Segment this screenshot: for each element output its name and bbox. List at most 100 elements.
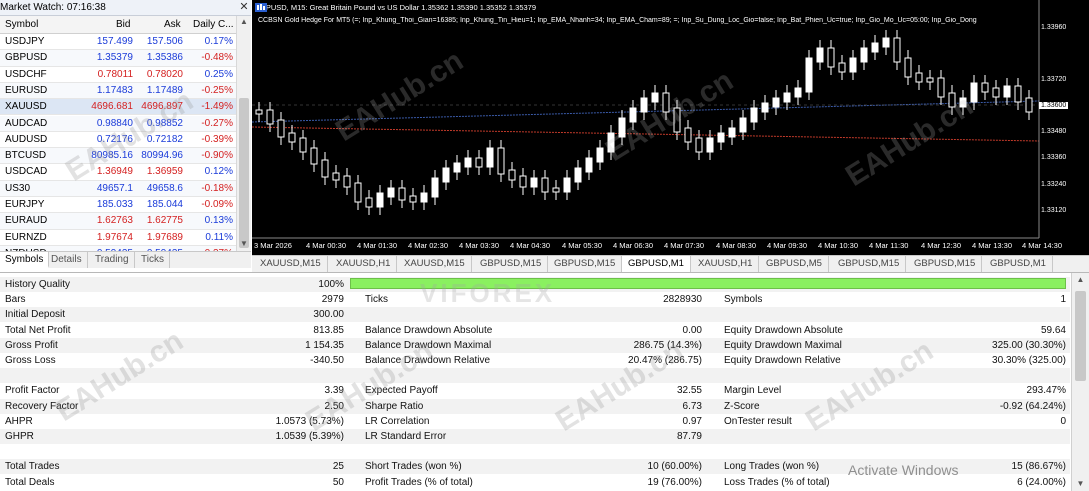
candle-body (805, 57, 813, 93)
column-symbol[interactable]: Symbol (5, 19, 38, 30)
candle-body (827, 47, 835, 68)
column-bid[interactable]: Bid (116, 19, 130, 30)
candle-body (992, 87, 1000, 98)
market-watch-row[interactable]: BTCUSD 80985.16 80994.96 -0.90% (0, 148, 236, 165)
report-value: 25 (332, 461, 344, 473)
market-watch-row[interactable]: USDCAD 1.36949 1.36959 0.12% (0, 164, 236, 181)
candle-body (475, 157, 483, 168)
candle-body (1014, 85, 1022, 103)
report-label: Gross Loss (5, 355, 56, 366)
scroll-up-icon[interactable]: ▲ (237, 16, 251, 28)
scroll-up-icon[interactable]: ▲ (1072, 273, 1089, 287)
report-value: -340.50 (310, 355, 344, 366)
current-price-label: 1.33600 (1039, 102, 1069, 109)
symbol-name: GBPUSD (5, 52, 48, 64)
chart-tab[interactable]: XAUUSD,H1 (330, 256, 398, 272)
time-tick: 4 Mar 07:30 (664, 241, 705, 250)
report-value: 325.00 (30.30%) (992, 339, 1066, 351)
candle-body (629, 107, 637, 123)
report-label: Equity Drawdown Maximal (724, 339, 842, 351)
bid-price: 0.72176 (96, 133, 133, 145)
candlestick-canvas[interactable] (252, 0, 1089, 255)
report-row: GHPR 1.0539 (5.39%) LR Standard Error 87.79 (0, 429, 1070, 444)
candle-body (651, 92, 659, 103)
scroll-thumb[interactable] (1075, 291, 1086, 381)
chart-tab[interactable]: GBPUSD,M15 (474, 256, 549, 272)
report-value: 2979 (321, 294, 344, 306)
price-tick: 1.33360 (1041, 154, 1067, 161)
report-label: Ticks (365, 294, 388, 306)
daily-change: 0.13% (204, 215, 233, 227)
report-value: 15 (86.67%) (1011, 461, 1066, 473)
chart-header: GBPUSD, M15: Great Britain Pound vs US D… (255, 3, 536, 12)
price-chart[interactable]: GBPUSD, M15: Great Britain Pound vs US D… (252, 0, 1089, 268)
market-watch-row[interactable]: GBPUSD 1.35379 1.35386 -0.48% (0, 50, 236, 67)
candle-body (739, 117, 747, 133)
chart-tab[interactable]: XAUUSD,M15 (254, 256, 328, 272)
report-value: 0.97 (682, 415, 702, 427)
market-watch-row[interactable]: AUDUSD 0.72176 0.72182 -0.39% (0, 132, 236, 149)
tab-trading[interactable]: Trading (90, 252, 135, 268)
ask-price: 1.35386 (146, 52, 183, 64)
report-label: Profit Trades (% of total) (365, 476, 473, 488)
report-label: Recovery Factor (5, 400, 79, 412)
market-watch-row[interactable]: EURNZD 1.97674 1.97689 0.11% (0, 230, 236, 246)
report-label: Expected Payoff (365, 385, 438, 397)
candle-body (728, 127, 736, 138)
ask-price: 0.72182 (146, 133, 183, 145)
tab-ticks[interactable]: Ticks (136, 252, 170, 268)
candle-body (981, 82, 989, 93)
daily-change: -0.18% (201, 182, 233, 194)
price-tick: 1.33960 (1041, 24, 1067, 31)
chart-tab[interactable]: GBPUSD,M5 (760, 256, 829, 272)
report-row: Gross Profit 1 154.35 Balance Drawdown Max… (0, 337, 1070, 353)
report-label: Balance Drawdown Absolute (365, 324, 493, 336)
chart-tab[interactable]: GBPUSD,M15 (832, 256, 907, 272)
market-watch-row[interactable]: USDJPY 157.499 157.506 0.17% (0, 34, 236, 51)
scroll-thumb[interactable] (239, 98, 249, 248)
scroll-down-icon[interactable]: ▼ (237, 238, 251, 250)
candle-body (541, 177, 549, 193)
report-value: 300.00 (313, 309, 344, 321)
chart-symbol-info: GBPUSD, M15: Great Britain Pound vs US D… (255, 3, 537, 12)
report-label: Equity Drawdown Relative (724, 355, 841, 366)
report-value: 6 (24.00%) (1017, 476, 1066, 488)
candle-body (409, 195, 417, 203)
market-watch-row[interactable]: US30 49657.1 49658.6 -0.18% (0, 180, 236, 197)
scroll-down-icon[interactable]: ▼ (1072, 477, 1089, 491)
chart-tab-active[interactable]: GBPUSD,M1 (622, 256, 691, 272)
column-ask[interactable]: Ask (164, 19, 181, 30)
report-value: 1 (1060, 294, 1066, 306)
chart-tab[interactable]: XAUUSD,M15 (398, 256, 472, 272)
market-watch-row[interactable]: EURAUD 1.62763 1.62775 0.13% (0, 213, 236, 230)
candle-body (926, 77, 934, 83)
candle-body (882, 37, 890, 48)
market-watch-row[interactable]: XAUUSD 4696.681 4696.897 -1.49% (0, 99, 236, 116)
chart-tab[interactable]: GBPUSD,M15 (548, 256, 623, 272)
market-watch-row[interactable]: USDCHF 0.78011 0.78020 0.25% (0, 67, 236, 83)
symbol-name: EURUSD (5, 84, 48, 96)
symbol-name: USDCAD (5, 166, 48, 178)
chart-tab[interactable]: GBPUSD,M1 (984, 256, 1053, 272)
candle-body (486, 147, 494, 168)
tab-symbols[interactable]: Symbols (0, 252, 50, 268)
candle-body (442, 167, 450, 183)
column-daily-change[interactable]: Daily C... (193, 19, 234, 30)
tab-details[interactable]: Details (46, 252, 88, 268)
report-scrollbar[interactable]: ▲ ▼ (1071, 273, 1089, 491)
candle-body (387, 187, 395, 198)
report-value: 0 (1060, 415, 1066, 427)
chart-tab[interactable]: XAUUSD,H1 (692, 256, 760, 272)
close-icon[interactable]: ✕ (238, 1, 250, 14)
report-row: Total Deals 50 Profit Trades (% of total) 1… (0, 475, 1070, 490)
market-watch-row[interactable]: AUDCAD 0.98840 0.98852 -0.27% (0, 115, 236, 132)
time-tick: 4 Mar 08:30 (716, 241, 757, 250)
bid-price: 49657.1 (96, 182, 133, 194)
report-row: Total Net Profit 813.85 Balance Drawdown A… (0, 323, 1070, 338)
market-watch-scrollbar[interactable]: ▲ ▼ (236, 16, 251, 251)
price-tick: 1.33720 (1041, 76, 1067, 83)
market-watch-row[interactable]: EURJPY 185.033 185.044 -0.09% (0, 197, 236, 214)
chart-tab[interactable]: GBPUSD,M15 (908, 256, 983, 272)
chart-icon (255, 3, 267, 12)
market-watch-row[interactable]: EURUSD 1.17483 1.17489 -0.25% (0, 82, 236, 100)
